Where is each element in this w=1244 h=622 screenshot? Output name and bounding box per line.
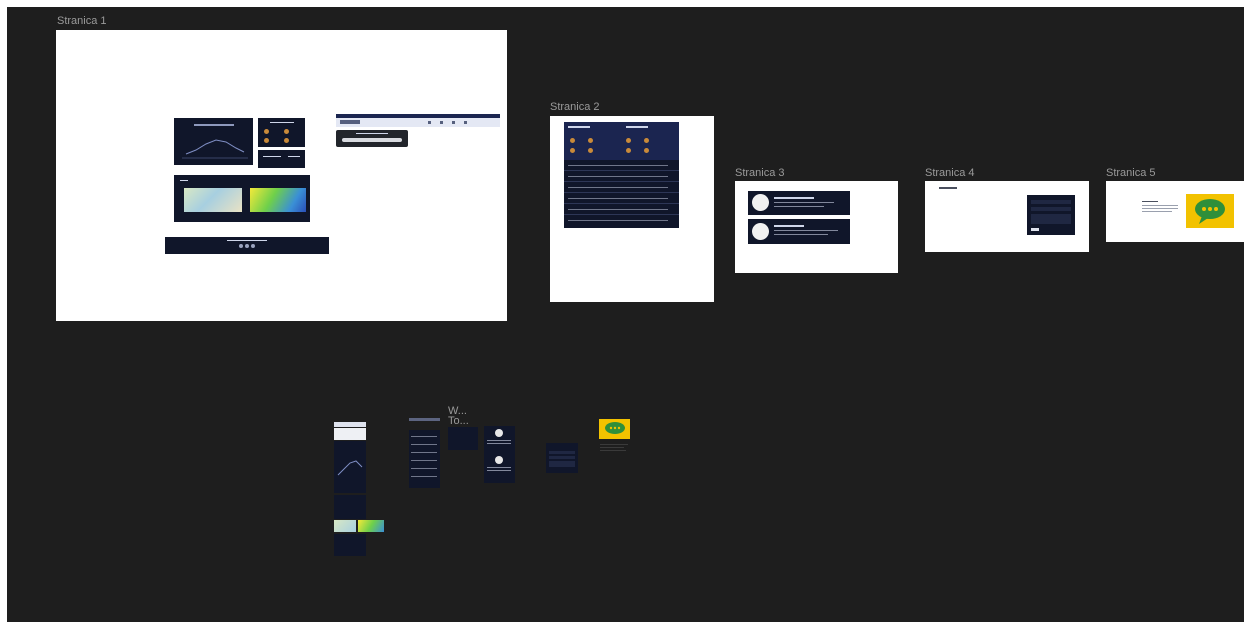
table-row bbox=[568, 176, 668, 177]
mobile-nav bbox=[334, 422, 366, 427]
frame-stranica-5[interactable] bbox=[1106, 181, 1244, 242]
text-line bbox=[227, 240, 267, 241]
temperature-chart-thumbnail bbox=[182, 124, 248, 159]
search-card bbox=[336, 130, 408, 147]
weather-icon bbox=[284, 129, 289, 134]
radar-map-thumbnail bbox=[358, 520, 384, 532]
mobile-footer bbox=[334, 534, 366, 556]
map-thumbnail bbox=[334, 520, 356, 532]
conditions-card bbox=[258, 118, 305, 147]
frame-stranica-3[interactable] bbox=[735, 181, 898, 273]
mobile-search bbox=[334, 428, 366, 440]
weather-icon bbox=[626, 138, 631, 143]
profile-card bbox=[748, 219, 850, 244]
text-line bbox=[626, 126, 648, 128]
nav-item bbox=[440, 121, 443, 124]
mobile-contact-mockup[interactable] bbox=[546, 443, 578, 473]
text-line bbox=[1142, 208, 1178, 209]
frame-stranica-1[interactable] bbox=[56, 30, 507, 321]
radar-map-thumbnail bbox=[250, 188, 306, 212]
text-line bbox=[1142, 205, 1178, 206]
weather-icon bbox=[284, 138, 289, 143]
mobile-chart-card bbox=[334, 441, 366, 493]
text-line bbox=[288, 156, 300, 157]
mobile-home-mockup[interactable] bbox=[334, 422, 384, 556]
mobile-forecast-mockup[interactable] bbox=[409, 418, 440, 488]
avatar-icon bbox=[752, 194, 769, 211]
page-title-line bbox=[939, 187, 957, 189]
frame-stranica-4[interactable] bbox=[925, 181, 1089, 252]
text-line bbox=[774, 225, 804, 227]
text-line bbox=[774, 202, 834, 203]
forecast-header-card bbox=[564, 122, 679, 160]
table-row bbox=[568, 209, 668, 210]
mobile-team-mockup[interactable] bbox=[484, 426, 515, 483]
text-line bbox=[356, 133, 388, 134]
social-icon bbox=[251, 244, 255, 248]
nav-item bbox=[464, 121, 467, 124]
frame-label-stranica-1[interactable]: Stranica 1 bbox=[57, 15, 107, 27]
text-line bbox=[774, 197, 814, 199]
text-line bbox=[774, 234, 828, 235]
forecast-table bbox=[564, 160, 679, 228]
form-field[interactable] bbox=[1031, 200, 1071, 204]
map-thumbnail bbox=[184, 188, 242, 212]
text-line bbox=[1142, 211, 1172, 212]
table-row bbox=[568, 187, 668, 188]
text-line bbox=[180, 180, 188, 181]
social-icon bbox=[245, 244, 249, 248]
map-card bbox=[174, 175, 310, 222]
weather-icon bbox=[264, 129, 269, 134]
frame-label-stranica-4[interactable]: Stranica 4 bbox=[925, 167, 975, 179]
table-row bbox=[568, 220, 668, 221]
submit-button[interactable] bbox=[1031, 228, 1039, 231]
social-icon bbox=[239, 244, 243, 248]
table-row bbox=[568, 165, 668, 166]
info-card bbox=[258, 150, 305, 168]
weather-icon bbox=[570, 138, 575, 143]
mobile-nav bbox=[409, 418, 440, 421]
frame-label-stranica-3[interactable]: Stranica 3 bbox=[735, 167, 785, 179]
chat-banner bbox=[1186, 194, 1234, 228]
weather-icon bbox=[626, 148, 631, 153]
weather-icon bbox=[588, 138, 593, 143]
frame-label-stranica-2[interactable]: Stranica 2 bbox=[550, 101, 600, 113]
frame-stranica-2[interactable] bbox=[550, 116, 714, 302]
chat-bubble-icon bbox=[1195, 199, 1225, 224]
text-line bbox=[774, 230, 838, 231]
chart-card bbox=[174, 118, 253, 165]
mobile-forecast-table bbox=[409, 430, 440, 488]
mobile-chat-banner[interactable] bbox=[599, 419, 630, 439]
search-input[interactable] bbox=[342, 138, 402, 142]
nav-bar bbox=[336, 118, 500, 127]
weather-icon bbox=[644, 148, 649, 153]
form-textarea[interactable] bbox=[1031, 214, 1071, 224]
text-line bbox=[1142, 201, 1158, 202]
chat-bubble-icon bbox=[605, 422, 625, 434]
card-title-line bbox=[270, 122, 294, 123]
avatar-icon bbox=[495, 456, 503, 464]
mobile-conditions-card bbox=[334, 495, 366, 519]
form-field[interactable] bbox=[1031, 207, 1071, 211]
footer bbox=[165, 237, 329, 254]
contact-form bbox=[1027, 195, 1075, 235]
weather-icon bbox=[570, 148, 575, 153]
text-line bbox=[774, 206, 824, 207]
mobile-conditions-mockup[interactable] bbox=[448, 427, 478, 450]
text-line bbox=[263, 156, 281, 157]
avatar-icon bbox=[752, 223, 769, 240]
weather-icon bbox=[264, 138, 269, 143]
frame-label-mobile[interactable]: W... To... bbox=[448, 406, 478, 427]
profile-card bbox=[748, 191, 850, 215]
nav-item bbox=[452, 121, 455, 124]
figma-canvas[interactable]: Stranica 1 Stranica 2 Stranica 3 Stranic… bbox=[7, 7, 1244, 622]
weather-icon bbox=[644, 138, 649, 143]
frame-label-stranica-5[interactable]: Stranica 5 bbox=[1106, 167, 1156, 179]
text-line bbox=[568, 126, 590, 128]
logo-placeholder bbox=[340, 120, 360, 124]
avatar-icon bbox=[495, 429, 503, 437]
table-row bbox=[568, 198, 668, 199]
nav-item bbox=[428, 121, 431, 124]
weather-icon bbox=[588, 148, 593, 153]
